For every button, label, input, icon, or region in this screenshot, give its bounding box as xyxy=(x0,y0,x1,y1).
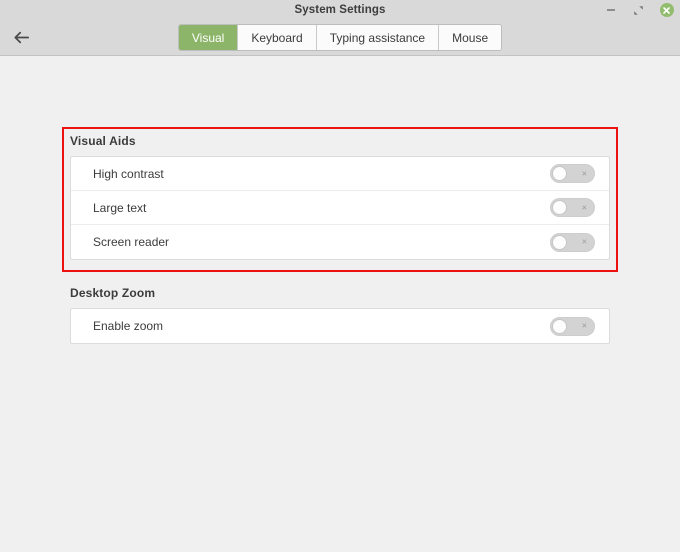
tab-visual-label: Visual xyxy=(191,30,225,45)
settings-header: Visual Keyboard Typing assistance Mouse xyxy=(0,20,680,56)
settings-tabs: Visual Keyboard Typing assistance Mouse xyxy=(177,24,503,51)
tab-visual[interactable]: Visual xyxy=(178,25,239,50)
tab-typing-assistance[interactable]: Typing assistance xyxy=(316,25,440,50)
maximize-button[interactable] xyxy=(631,3,646,18)
section-desktop-zoom: Desktop Zoom Enable zoom × xyxy=(70,286,610,344)
toggle-off-x-icon: × xyxy=(581,236,587,247)
row-enable-zoom[interactable]: Enable zoom × xyxy=(71,309,609,343)
section-title-desktop-zoom: Desktop Zoom xyxy=(70,286,156,300)
toggle-knob-icon xyxy=(552,166,567,181)
toggle-large-text[interactable]: × xyxy=(550,198,595,217)
row-large-text[interactable]: Large text × xyxy=(71,191,609,225)
row-label-screen-reader: Screen reader xyxy=(93,235,170,249)
toggle-knob-icon xyxy=(552,234,567,250)
close-button[interactable] xyxy=(659,3,674,18)
row-high-contrast[interactable]: High contrast × xyxy=(71,157,609,191)
arrow-left-icon xyxy=(13,30,30,45)
minimize-button[interactable] xyxy=(603,3,618,18)
toggle-off-x-icon: × xyxy=(581,202,587,212)
window-controls xyxy=(603,0,674,20)
section-visual-aids: Visual Aids High contrast × Large text ×… xyxy=(70,134,610,260)
toggle-enable-zoom[interactable]: × xyxy=(550,316,595,336)
tab-typing-assistance-label: Typing assistance xyxy=(329,30,426,45)
back-button[interactable] xyxy=(8,25,34,51)
toggle-high-contrast[interactable]: × xyxy=(550,164,595,183)
toggle-off-x-icon: × xyxy=(581,168,587,178)
tab-mouse-label: Mouse xyxy=(452,30,489,45)
toggle-screen-reader[interactable]: × xyxy=(550,232,595,252)
maximize-icon xyxy=(633,5,644,16)
toggle-off-x-icon: × xyxy=(581,320,587,331)
row-label-high-contrast: High contrast xyxy=(93,166,164,181)
tab-keyboard[interactable]: Keyboard xyxy=(238,25,317,50)
toggle-knob-icon xyxy=(552,318,567,334)
row-label-enable-zoom: Enable zoom xyxy=(93,319,164,333)
window-title: System Settings xyxy=(294,4,386,16)
window-titlebar: System Settings xyxy=(0,0,680,20)
minimize-icon xyxy=(606,9,615,11)
section-title-visual-aids: Visual Aids xyxy=(70,134,136,148)
row-screen-reader[interactable]: Screen reader × xyxy=(71,225,609,259)
visual-aids-card: High contrast × Large text × Screen read… xyxy=(70,156,610,260)
close-icon xyxy=(659,3,674,17)
tab-keyboard-label: Keyboard xyxy=(251,30,303,45)
tab-mouse[interactable]: Mouse xyxy=(439,25,502,50)
toggle-knob-icon xyxy=(552,200,567,215)
row-label-large-text: Large text xyxy=(93,200,147,215)
desktop-zoom-card: Enable zoom × xyxy=(70,308,610,344)
